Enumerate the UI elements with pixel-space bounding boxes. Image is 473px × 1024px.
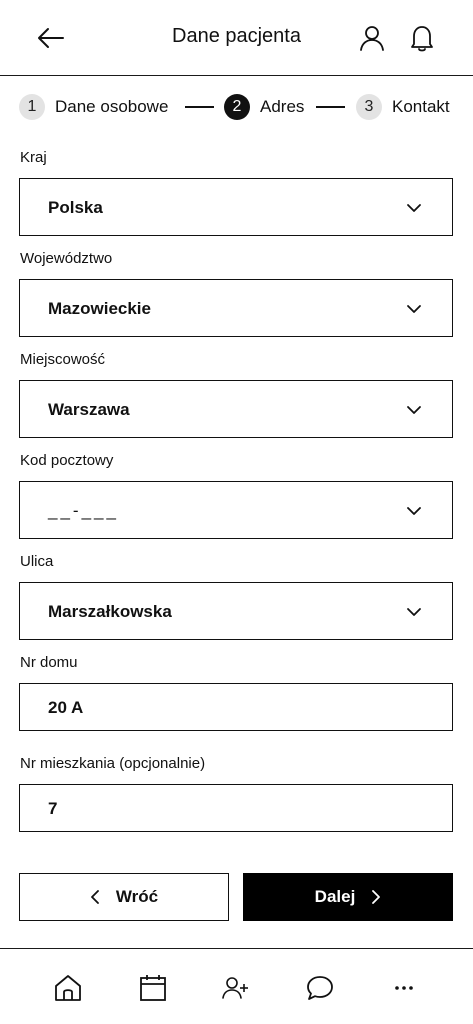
chevron-left-icon xyxy=(90,890,99,904)
back-button[interactable]: Wróć xyxy=(19,873,229,921)
calendar-icon[interactable] xyxy=(138,973,168,1003)
voivodeship-select[interactable]: Mazowieckie xyxy=(19,279,453,337)
bottom-navigation xyxy=(0,948,473,1024)
street-label: Ulica xyxy=(20,553,54,570)
chevron-right-icon xyxy=(372,890,381,904)
house-number-label: Nr domu xyxy=(20,654,78,671)
progress-stepper: 1 Dane osobowe 2 Adres 3 Kontakt xyxy=(0,92,473,122)
house-number-value: 20 A xyxy=(48,698,84,717)
bell-icon[interactable] xyxy=(408,23,436,53)
house-number-input[interactable]: 20 A xyxy=(19,683,453,731)
country-select[interactable]: Polska xyxy=(19,178,453,236)
page-title: Dane pacjenta xyxy=(172,25,301,47)
country-value: Polska xyxy=(48,198,103,217)
step-3-number[interactable]: 3 xyxy=(356,94,382,120)
more-icon[interactable] xyxy=(389,973,419,1003)
postal-code-value: __-___ xyxy=(48,501,119,520)
city-label: Miejscowość xyxy=(20,351,106,368)
street-value: Marszałkowska xyxy=(48,602,172,621)
chevron-down-icon xyxy=(407,204,421,212)
city-value: Warszawa xyxy=(48,400,130,419)
step-3-label[interactable]: Kontakt xyxy=(392,97,450,117)
next-button[interactable]: Dalej xyxy=(243,873,453,921)
step-1-number[interactable]: 1 xyxy=(19,94,45,120)
apartment-number-value: 7 xyxy=(48,799,58,818)
home-icon[interactable] xyxy=(53,973,83,1003)
step-connector xyxy=(185,106,214,108)
next-button-label: Dalej xyxy=(314,887,356,906)
chevron-down-icon xyxy=(407,406,421,414)
add-user-icon[interactable] xyxy=(220,973,250,1003)
street-select[interactable]: Marszałkowska xyxy=(19,582,453,640)
step-connector xyxy=(316,106,345,108)
back-button-label: Wróć xyxy=(115,887,159,906)
chat-icon[interactable] xyxy=(305,973,335,1003)
apartment-number-input[interactable]: 7 xyxy=(19,784,453,832)
city-select[interactable]: Warszawa xyxy=(19,380,453,438)
chevron-down-icon xyxy=(407,305,421,313)
step-1-label[interactable]: Dane osobowe xyxy=(55,97,168,117)
voivodeship-label: Województwo xyxy=(20,250,113,267)
chevron-down-icon xyxy=(407,507,421,515)
postal-code-label: Kod pocztowy xyxy=(20,452,114,469)
chevron-down-icon xyxy=(407,608,421,616)
country-label: Kraj xyxy=(20,149,47,166)
user-icon[interactable] xyxy=(358,24,386,52)
postal-code-select[interactable]: __-___ xyxy=(19,481,453,539)
app-header: Dane pacjenta xyxy=(0,0,473,76)
step-2-label[interactable]: Adres xyxy=(260,97,304,117)
voivodeship-value: Mazowieckie xyxy=(48,299,151,318)
step-2-number[interactable]: 2 xyxy=(224,94,250,120)
apartment-number-label: Nr mieszkania (opcjonalnie) xyxy=(20,755,206,772)
